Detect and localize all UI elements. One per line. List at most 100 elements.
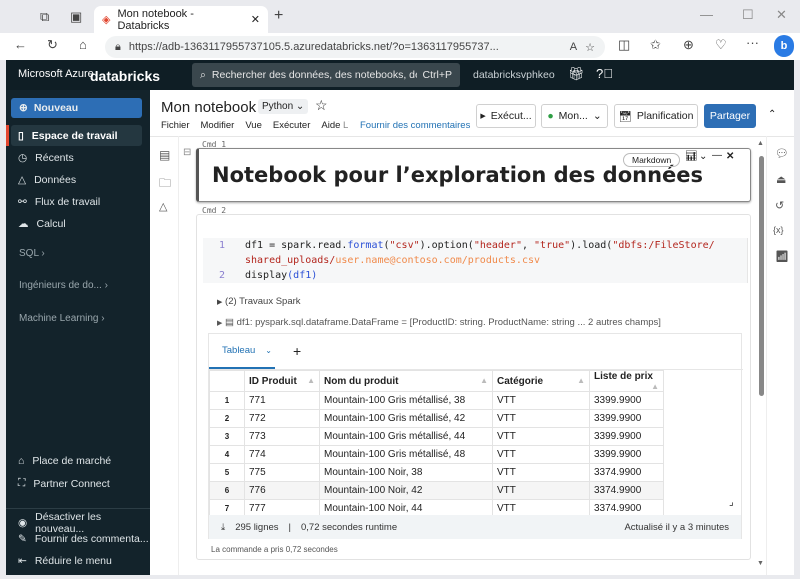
health-icon[interactable]: ♡ <box>715 37 727 53</box>
back-icon[interactable]: ← <box>14 37 27 52</box>
code-editor[interactable]: 1 df1 = spark.read.format("csv").option("… <box>203 238 748 283</box>
download-icon[interactable]: ⤓ <box>221 522 225 533</box>
cloud-icon: ☁ <box>18 218 29 230</box>
sidebar-section[interactable]: Machine Learning › <box>19 313 105 324</box>
share-button[interactable]: Partager <box>704 104 756 128</box>
column-header[interactable]: ID Produit ▲ <box>244 370 320 392</box>
workspaces-icon[interactable]: ⧉ <box>40 9 49 25</box>
scroll-down-icon[interactable]: ▼ <box>757 560 764 567</box>
table-icon: ▤ <box>225 317 235 328</box>
more-icon[interactable]: ··· <box>746 35 759 50</box>
add-visualization-icon[interactable]: + <box>293 343 301 359</box>
table-row[interactable]: 6 776 Mountain-100 Noir, 42 VTT 3374.9900 <box>209 481 664 500</box>
collapse-header-icon[interactable]: ⌃ <box>768 109 776 120</box>
close-window-icon[interactable]: ✕ <box>776 7 787 23</box>
markdown-cell[interactable]: Notebook pour l’exploration des données … <box>196 148 751 202</box>
table-row[interactable]: 7 777 Mountain-100 Noir, 44 VTT 3374.9900 <box>209 499 664 515</box>
experiment-icon[interactable]: ⏏ <box>776 173 786 186</box>
cluster-selector[interactable]: ● Mon... ⌄ <box>541 104 608 128</box>
table-row[interactable]: 3 773 Mountain-100 Gris métallisé, 44 VTT 33… <box>209 427 664 446</box>
refresh-icon[interactable]: ↻ <box>47 37 58 53</box>
sidebar-item[interactable]: △ Données <box>18 174 76 186</box>
sidebar-section[interactable]: SQL › <box>19 248 45 259</box>
sort-icon[interactable]: ▲ <box>480 376 488 385</box>
new-tab-icon[interactable]: + <box>274 7 283 25</box>
sidebar-item[interactable]: ⌂ Place de marché <box>18 455 111 467</box>
sidebar-item[interactable]: ◉ Désactiver les nouveau... <box>18 511 150 535</box>
table-of-contents-icon[interactable]: ▤ <box>159 148 170 162</box>
gift-icon[interactable]: 🎁︎ <box>568 66 585 82</box>
star-icon[interactable]: ☆ <box>315 97 328 114</box>
sidebar-item-label: Calcul <box>36 218 66 230</box>
table-row[interactable]: 1 771 Mountain-100 Gris métallisé, 38 VTT 33… <box>209 391 664 410</box>
folder-icon[interactable]: 🗀 <box>159 174 171 195</box>
favorites-icon[interactable]: ✩ <box>650 37 661 53</box>
sidebar-item[interactable]: ◷ Récents <box>18 152 74 164</box>
read-aloud-icon[interactable]: A <box>570 41 577 53</box>
table-row[interactable]: 2 772 Mountain-100 Gris métallisé, 42 VTT 33… <box>209 409 664 428</box>
sort-icon[interactable]: ▲ <box>307 376 315 385</box>
table-row[interactable]: 5 775 Mountain-100 Noir, 38 VTT 3374.9900 <box>209 463 664 482</box>
table-row[interactable]: 4 774 Mountain-100 Gris métallisé, 48 VTT 33… <box>209 445 664 464</box>
cell-type-badge[interactable]: Markdown <box>623 153 681 167</box>
scrollbar-thumb[interactable] <box>759 156 764 396</box>
column-header[interactable]: Liste de prix ▲ <box>589 370 664 392</box>
menu-item[interactable]: Modifier <box>201 120 235 131</box>
sort-icon[interactable]: ▲ <box>651 382 659 391</box>
dataframe-schema-toggle[interactable]: ▶ ▤ df1: pyspark.sql.dataframe.DataFrame… <box>217 317 661 328</box>
close-cell-icon[interactable]: ✕ <box>726 151 734 162</box>
notebook-title[interactable]: Mon notebook <box>161 99 256 116</box>
chevron-down-icon[interactable]: ⌄ <box>699 151 707 162</box>
menu-item[interactable]: Fichier <box>161 120 190 131</box>
bing-icon[interactable]: b <box>774 35 794 57</box>
column-header[interactable]: Nom du produit ▲ <box>319 370 493 392</box>
collapse-cell-icon[interactable]: ⊟ <box>183 147 191 158</box>
resize-handle-icon[interactable]: ⌟ <box>729 497 734 508</box>
minimize-icon[interactable]: — <box>700 7 713 22</box>
chart-icon[interactable]: 📊︎ <box>685 151 698 162</box>
sidebar-item[interactable]: ⇤ Réduire le menu <box>18 555 112 567</box>
run-button[interactable]: ▶ Exécut... <box>476 104 536 128</box>
spark-jobs-toggle[interactable]: ▶ (2) Travaux Spark <box>217 296 301 307</box>
sidebar-section[interactable]: Ingénieurs de do... › <box>19 280 108 291</box>
code-cell[interactable]: 1 df1 = spark.read.format("csv").option("… <box>196 214 751 560</box>
history-icon[interactable]: ↺ <box>775 199 784 212</box>
menu-item[interactable]: Exécuter <box>273 120 311 131</box>
menu-item[interactable]: Aide <box>321 120 340 131</box>
new-button[interactable]: ⊕ Nouveau <box>11 98 142 118</box>
global-search[interactable]: ⌕ Rechercher des données, des notebooks,… <box>192 63 460 87</box>
language-selector[interactable]: Python ⌄ <box>258 99 309 114</box>
sort-icon[interactable]: ▲ <box>577 376 585 385</box>
split-screen-icon[interactable]: ◫ <box>618 37 630 53</box>
tab-table[interactable]: Tableau ⌄ <box>209 334 275 369</box>
url-field[interactable]: 🔒︎ https://adb-1363117955737105.5.azured… <box>105 36 605 58</box>
tab-actions-icon[interactable]: ▣ <box>70 9 82 25</box>
variables-icon[interactable]: {x} <box>773 225 784 235</box>
column-header[interactable]: Catégorie ▲ <box>492 370 590 392</box>
sidebar-item[interactable]: ▯ Espace de travail <box>18 130 118 142</box>
databricks-logo[interactable]: databricks <box>90 68 160 84</box>
comments-icon[interactable]: 💬︎ <box>775 147 789 160</box>
shapes-icon[interactable]: △ <box>159 200 167 213</box>
menu-item[interactable]: Vue <box>245 120 262 131</box>
scroll-up-icon[interactable]: ▲ <box>757 140 764 147</box>
help-icon[interactable]: ?⃝ <box>596 66 613 81</box>
last-edit-icon[interactable]: L <box>343 120 348 131</box>
browser-tab[interactable]: ◈ Mon notebook - Databricks ✕ <box>94 6 268 33</box>
data-profile-icon[interactable]: 📶︎ <box>775 250 789 263</box>
minimize-cell-icon[interactable]: — <box>712 150 722 161</box>
sidebar-item[interactable]: ⚯ Flux de travail <box>18 196 100 208</box>
favorite-icon[interactable]: ☆ <box>585 41 595 54</box>
sidebar-item[interactable]: ☁ Calcul <box>18 218 66 230</box>
collections-icon[interactable]: ⊕ <box>683 37 694 53</box>
home-icon[interactable]: ⌂ <box>79 37 87 52</box>
results-table-container[interactable]: ID Produit ▲ Nom du produit ▲ Catégorie ▲ List… <box>209 369 743 515</box>
workspace-switcher[interactable]: databricksvphkeo <box>473 69 555 81</box>
close-tab-icon[interactable]: ✕ <box>251 13 260 26</box>
sidebar-item[interactable]: ⛶ Partner Connect <box>18 477 110 490</box>
maximize-icon[interactable]: ☐ <box>742 7 754 23</box>
schedule-button[interactable]: 📅︎ Planification <box>614 104 698 128</box>
scrollbar[interactable]: ▲ ▼ <box>757 140 766 570</box>
sidebar-item[interactable]: ✎ Fournir des commenta... <box>18 533 149 545</box>
feedback-link[interactable]: Fournir des commentaires <box>360 120 470 131</box>
